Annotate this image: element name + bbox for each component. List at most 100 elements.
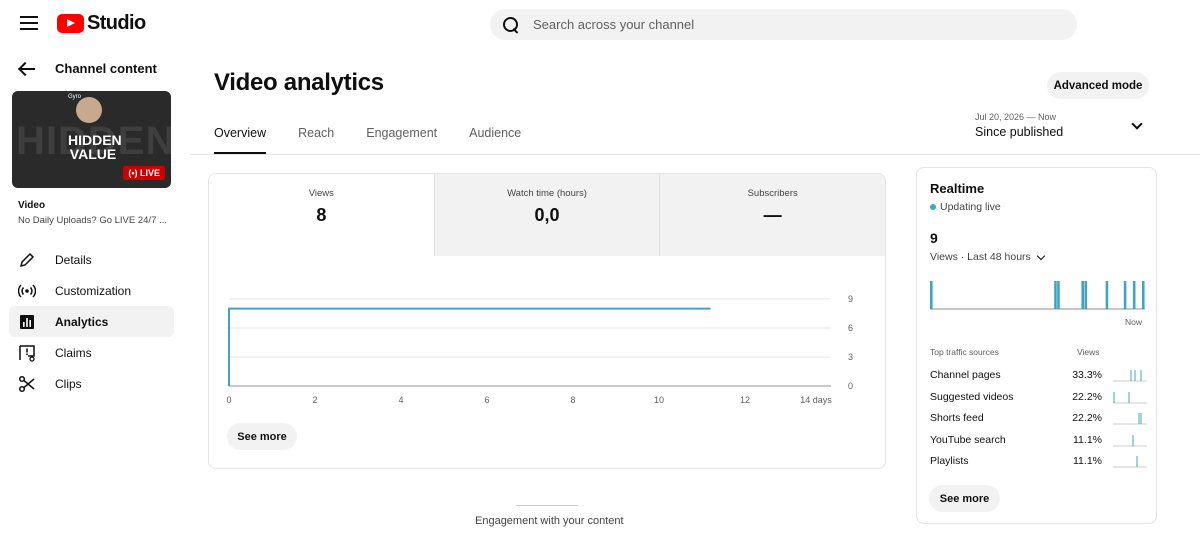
metric-tabs: Views 8 Watch time (hours) 0,0 Subscribe… (209, 174, 885, 256)
youtube-play-icon (57, 13, 84, 33)
traffic-source-pct: 22.2% (1072, 390, 1102, 403)
metric-value: 0,0 (534, 205, 560, 225)
traffic-source-row: Playlists 11.1% (930, 453, 1147, 475)
traffic-sources-header: Top traffic sources Views (930, 347, 1145, 357)
chart-x-tick-label: 14 days (800, 395, 832, 405)
chart-y-tick-label: 0 (848, 381, 853, 391)
views-chart: 0 3 6 9 0 2 4 6 8 10 12 14 days (226, 294, 853, 405)
realtime-bar (1105, 281, 1109, 309)
traffic-sources-list: Channel pages 33.3% Suggested videos 22.… (930, 367, 1147, 475)
sidebar-nav: Details Customization Analytics Claims C… (9, 244, 174, 399)
realtime-now-label: Now (1125, 317, 1143, 327)
chart-x-tick-label: 12 (740, 395, 750, 405)
tab-engagement[interactable]: Engagement (366, 126, 437, 154)
search-icon[interactable] (502, 16, 520, 34)
metric-watch-time[interactable]: Watch time (hours) 0,0 (433, 174, 660, 256)
metric-label: Watch time (hours) (507, 188, 587, 199)
claims-icon (18, 344, 36, 362)
analytics-tabs: Overview Reach Engagement Audience (214, 126, 553, 154)
sidebar-item-analytics[interactable]: Analytics (9, 306, 174, 337)
date-range-label: Since published (975, 125, 1064, 139)
video-thumbnail[interactable]: HIDDEN Gyro HIDDEN VALUE (•) LIVE (12, 91, 171, 188)
chart-x-tick-label: 6 (484, 395, 489, 405)
studio-logo[interactable]: Studio (57, 12, 146, 34)
metric-label: Subscribers (747, 188, 798, 199)
realtime-bar (1057, 281, 1060, 309)
sidebar-item-claims[interactable]: Claims (9, 337, 174, 368)
traffic-source-name: Channel pages (930, 369, 1001, 381)
tab-overview[interactable]: Overview (214, 126, 267, 154)
metric-value: — (763, 205, 782, 225)
sidebar: Channel content HIDDEN Gyro HIDDEN VALUE… (0, 48, 190, 540)
realtime-bar (1123, 281, 1127, 309)
traffic-sparkline (1113, 456, 1147, 468)
realtime-title: Realtime (930, 181, 985, 196)
realtime-bar (1132, 281, 1136, 309)
tab-audience[interactable]: Audience (469, 126, 521, 154)
chart-x-tick-label: 4 (398, 395, 403, 405)
search-bar[interactable] (490, 9, 1077, 40)
chart-x-tick-label: 2 (312, 395, 317, 405)
sidebar-item-customization[interactable]: Customization (9, 275, 174, 306)
metric-label: Views (308, 188, 334, 199)
search-input[interactable] (533, 17, 1033, 32)
traffic-sparkline (1113, 391, 1147, 403)
metric-subscribers[interactable]: Subscribers — (659, 174, 885, 256)
back-label: Channel content (55, 61, 157, 76)
date-range-dates: Jul 20, 2026 — Now (975, 112, 1057, 122)
sidebar-item-label: Customization (55, 283, 132, 298)
traffic-source-row: Channel pages 33.3% (930, 367, 1147, 389)
video-title[interactable]: No Daily Uploads? Go LIVE 24/7 ... (18, 215, 167, 226)
chart-x-tick-label: 8 (570, 395, 575, 405)
back-to-channel-content[interactable]: Channel content (18, 61, 157, 76)
menu-icon[interactable] (20, 16, 38, 30)
tab-reach[interactable]: Reach (298, 126, 334, 154)
back-arrow-icon[interactable] (18, 62, 36, 76)
broadcast-icon (18, 282, 36, 300)
metrics-card: Views 8 Watch time (hours) 0,0 Subscribe… (208, 173, 886, 469)
traffic-source-row: Shorts feed 22.2% (930, 410, 1147, 432)
pencil-icon (18, 251, 36, 269)
advanced-mode-button[interactable]: Advanced mode (1047, 72, 1149, 99)
realtime-bar (1141, 281, 1145, 309)
traffic-source-row: Suggested videos 22.2% (930, 389, 1147, 411)
realtime-bar (1084, 281, 1088, 309)
sidebar-item-label: Clips (55, 376, 82, 391)
top-bar: Studio (0, 0, 1200, 48)
thumbnail-brand: Gyro (68, 94, 82, 100)
realtime-period-text: Views · Last 48 hours (930, 251, 1031, 263)
realtime-see-more-button[interactable]: See more (929, 485, 1000, 512)
traffic-sparkline (1113, 413, 1147, 425)
realtime-period-selector[interactable]: Views · Last 48 hours (930, 251, 1046, 263)
traffic-sparkline (1113, 370, 1147, 382)
traffic-source-pct: 33.3% (1072, 369, 1102, 381)
traffic-source-pct: 11.1% (1073, 455, 1102, 467)
live-badge: (•) LIVE (123, 166, 165, 180)
realtime-count: 9 (930, 230, 938, 246)
realtime-status: Updating live (930, 201, 1001, 213)
chart-y-tick-label: 3 (848, 352, 853, 362)
date-range-picker[interactable]: Jul 20, 2026 — Now Since published (975, 112, 1145, 142)
sidebar-item-label: Details (55, 252, 92, 267)
sidebar-item-details[interactable]: Details (9, 244, 174, 275)
realtime-card: Realtime Updating live 9 Views · Last 48… (916, 167, 1157, 524)
thumbnail-person (76, 97, 102, 123)
traffic-sources-title: Top traffic sources (930, 347, 999, 357)
section-divider (516, 505, 578, 506)
sidebar-item-clips[interactable]: Clips (9, 368, 174, 399)
traffic-views-header: Views (1077, 347, 1100, 357)
chart-x-tick-label: 0 (226, 395, 231, 405)
metric-views[interactable]: Views 8 (209, 174, 434, 256)
realtime-bar (1081, 281, 1085, 309)
header-divider (190, 154, 1200, 155)
traffic-source-name: Shorts feed (930, 412, 984, 424)
engagement-section-label: Engagement with your content (475, 515, 624, 527)
traffic-source-name: Playlists (930, 455, 969, 467)
chart-x-tick-label: 10 (654, 395, 664, 405)
logo-text: Studio (87, 11, 146, 34)
see-more-button[interactable]: See more (227, 423, 297, 450)
realtime-bar-chart (930, 281, 1145, 310)
chevron-down-icon (1036, 251, 1046, 260)
chart-y-tick-label: 6 (848, 323, 853, 333)
realtime-bar (1054, 281, 1057, 309)
